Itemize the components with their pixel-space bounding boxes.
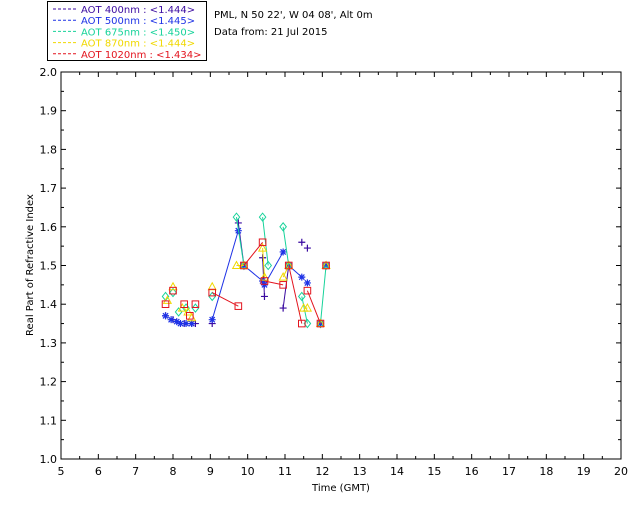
y-tick-label: 2.0	[40, 66, 58, 79]
date-info: Data from: 21 Jul 2015	[214, 27, 327, 38]
x-tick-label: 5	[58, 465, 65, 478]
y-tick-label: 1.8	[40, 143, 58, 156]
x-tick-label: 11	[278, 465, 292, 478]
x-tick-label: 12	[315, 465, 329, 478]
y-tick-label: 1.5	[40, 260, 58, 273]
x-tick-label: 9	[207, 465, 214, 478]
y-tick-label: 1.4	[40, 298, 58, 311]
x-tick-label: 17	[502, 465, 516, 478]
data-point	[191, 303, 200, 313]
legend-entry: AOT 675nm : <1.450>	[81, 27, 195, 38]
y-tick-label: 1.9	[40, 105, 58, 118]
y-tick-label: 1.1	[40, 414, 58, 427]
y-tick-label: 1.6	[40, 221, 58, 234]
y-axis: 1.0 1.1 1.2 1.3 1.4 1.5 1.6 1.7 1.8 1.9 2.0	[40, 66, 621, 466]
data-point	[303, 279, 311, 287]
legend-entry: AOT 400nm : <1.444>	[81, 5, 195, 16]
data-point	[279, 304, 287, 312]
data-point	[260, 292, 268, 300]
data-point	[298, 238, 306, 246]
data-point	[174, 307, 183, 317]
x-tick-label: 7	[132, 465, 139, 478]
data-point	[298, 273, 306, 281]
x-tick-label: 20	[614, 465, 628, 478]
x-axis: 5 6 7 8 9 10 11 12 13 14 15 16 17 18 19 20	[58, 72, 628, 478]
data-point	[161, 300, 170, 308]
refractive-index-chart: AOT 400nm : <1.444>AOT 500nm : <1.445>AO…	[25, 1, 628, 494]
y-tick-label: 1.0	[40, 453, 58, 466]
series-segment	[282, 226, 290, 266]
data-point	[234, 302, 243, 310]
data-point	[162, 312, 170, 320]
series-segment	[235, 217, 245, 266]
y-axis-label: Real Part of Refractive Index	[25, 194, 36, 336]
data-point	[260, 281, 268, 289]
x-tick-label: 6	[95, 465, 102, 478]
data-point	[207, 281, 217, 291]
y-tick-label: 1.3	[40, 337, 58, 350]
x-tick-label: 14	[390, 465, 404, 478]
legend: AOT 400nm : <1.444>AOT 500nm : <1.445>AO…	[47, 1, 207, 61]
y-tick-label: 1.2	[40, 376, 58, 389]
data-point	[208, 316, 216, 324]
series-segment	[319, 265, 327, 324]
x-tick-label: 10	[241, 465, 255, 478]
data-point	[303, 244, 311, 252]
x-tick-label: 16	[465, 465, 479, 478]
x-axis-label: Time (GMT)	[311, 483, 370, 494]
x-tick-label: 8	[170, 465, 177, 478]
legend-entry: AOT 870nm : <1.444>	[81, 39, 195, 50]
site-info: PML, N 50 22', W 04 08', Alt 0m	[214, 10, 373, 21]
series-segment	[211, 292, 239, 307]
legend-entry: AOT 1020nm : <1.434>	[81, 50, 201, 61]
y-tick-label: 1.7	[40, 182, 58, 195]
x-tick-label: 13	[353, 465, 367, 478]
series-segment	[211, 230, 239, 320]
x-tick-label: 19	[577, 465, 591, 478]
series-layer	[161, 212, 331, 329]
plot-frame	[60, 71, 622, 460]
legend-entry: AOT 500nm : <1.445>	[81, 16, 195, 27]
data-point	[279, 248, 287, 256]
x-tick-label: 18	[539, 465, 553, 478]
x-tick-label: 15	[427, 465, 441, 478]
